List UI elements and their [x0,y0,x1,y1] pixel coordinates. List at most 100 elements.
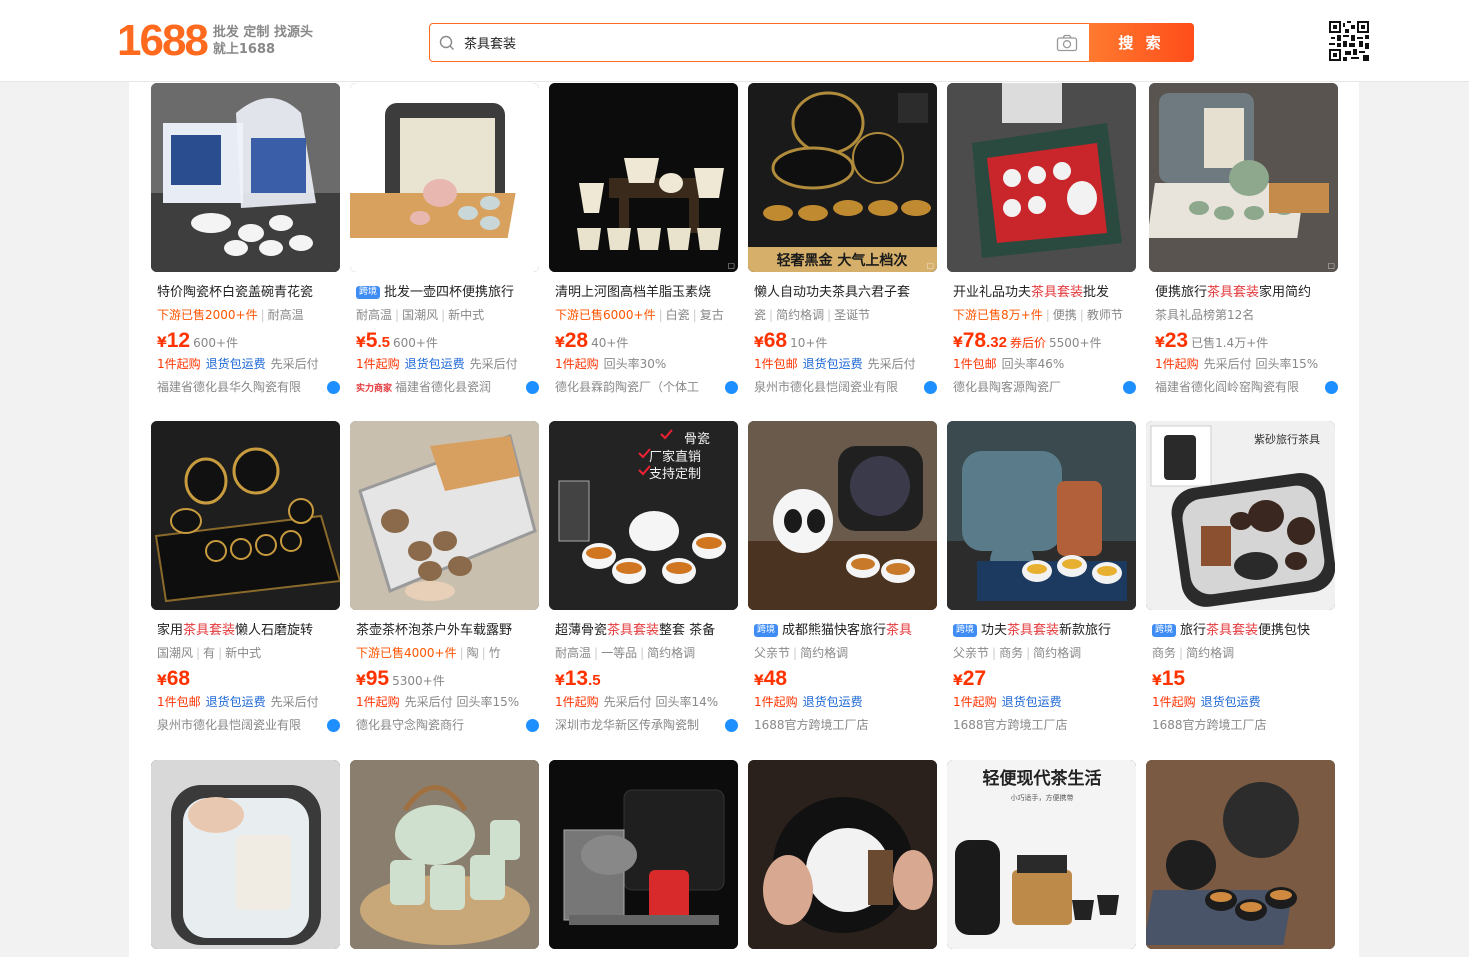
product-tags: 父亲节 | 商务 | 简约格调 [953,646,1082,660]
product-title[interactable]: 便携旅行茶具套装家用简约 [1155,283,1338,303]
product-card[interactable] [549,760,738,949]
product-title[interactable]: 懒人自动功夫茶具六君子套 [754,283,937,303]
product-tags: 瓷 | 简约格调 | 圣诞节 [754,308,871,322]
verified-icon [327,381,340,394]
product-card[interactable]: ▢ 便携旅行茶具套装家用简约 茶具礼品榜第12名 ¥23 已售1.4万+件 1件起… [1149,83,1338,396]
price-row: ¥68 [157,667,191,690]
product-image[interactable]: 轻奢黑金 大气上档次 ▢ [748,83,937,272]
product-title[interactable]: 跨境 批发一壶四杯便携旅行 [356,283,539,303]
image-banner-text: 轻奢黑金 大气上档次 [777,252,908,269]
product-card[interactable]: 轻奢黑金 大气上档次 ▢ 懒人自动功夫茶具六君子套 瓷 | 简约格调 | 圣诞节 ¥68… [748,83,937,396]
product-card[interactable]: 跨境 功夫茶具套装新款旅行 父亲节 | 商务 | 简约格调 ¥27 1件起购 退货包运费 1… [947,421,1136,734]
price-row: ¥95 5300+件 [356,667,445,690]
image-subtitle-text: 小巧适手，方便携带 [1011,793,1074,802]
price: 12 [166,329,191,352]
product-card[interactable]: 骨瓷 厂家直销 支持定制 超薄骨瓷茶具套装整套 茶备 耐高温 | 一等品 | 简约格调 ¥1… [549,421,738,734]
price-row: ¥15 [1152,667,1186,690]
service-tags: 1件包邮 退货包运费 先采后付 [157,695,319,709]
product-card[interactable]: 开业礼品功夫茶具套装批发 下游已售8万+件 | 便携 | 教师节 ¥78.32 券后价 55… [947,83,1136,396]
product-image[interactable] [151,421,340,610]
product-title[interactable]: 开业礼品功夫茶具套装批发 [953,283,1136,303]
product-image[interactable]: ▢ [549,83,738,272]
price-row: ¥23 已售1.4万+件 [1155,329,1269,352]
product-image[interactable] [1146,760,1335,949]
search-button[interactable]: 搜 索 [1089,23,1194,62]
price: 95 [365,667,390,690]
price: 13.5 [564,667,601,690]
price: 68 [763,329,788,352]
product-card[interactable] [1146,760,1335,949]
cross-border-badge: 跨境 [754,624,779,637]
product-title[interactable]: 特价陶瓷杯白瓷盖碗青花瓷 [157,283,340,303]
product-title[interactable]: 茶壶茶杯泡茶户外车载露野 [356,621,539,641]
shop-name[interactable]: 福建省德化阎岭窑陶瓷有限 [1155,378,1338,396]
product-card[interactable]: 轻便现代茶生活小巧适手，方便携带 [947,760,1136,949]
product-title[interactable]: 跨境 成都熊猫快客旅行茶具 [754,621,937,641]
product-image[interactable]: ▢ [350,83,539,272]
product-card[interactable]: 紫砂旅行茶具 跨境 旅行茶具套装便携包快 商务 | 简约格调 ¥15 1件起购 退货包运… [1146,421,1335,734]
product-title[interactable]: 跨境 旅行茶具套装便携包快 [1152,621,1335,641]
product-grid: 特价陶瓷杯白瓷盖碗青花瓷 下游已售2000+件 | 耐高温 ¥12 600+件 1件起… [129,82,1359,957]
product-image[interactable] [748,760,937,949]
product-image[interactable] [350,760,539,949]
service-tags: 1件起购 先采后付 回头率14% [555,695,719,709]
product-image[interactable]: 轻便现代茶生活小巧适手，方便携带 [947,760,1136,949]
verified-icon [1123,381,1136,394]
product-title[interactable]: 跨境 功夫茶具套装新款旅行 [953,621,1136,641]
product-card[interactable]: 跨境 成都熊猫快客旅行茶具 父亲节 | 简约格调 ¥48 1件起购 退货包运费 1688… [748,421,937,734]
product-image[interactable] [947,421,1136,610]
shop-name[interactable]: 深圳市龙华新区传承陶瓷制 [555,716,738,734]
product-card[interactable]: 茶壶茶杯泡茶户外车载露野 下游已售4000+件 | 陶 | 竹 ¥95 5300+件 1件… [350,421,539,734]
verified-icon [725,381,738,394]
verified-icon [327,719,340,732]
logo-slogan: 批发 定制 找源头 就上1688 [213,24,313,58]
product-tags: 父亲节 | 简约格调 [754,646,849,660]
shop-name[interactable]: 泉州市德化县恺阔瓷业有限 [157,716,340,734]
service-tags: 1件起购 先采后付 回头率15% [356,695,520,709]
product-image[interactable] [350,421,539,610]
shop-name[interactable]: 1688官方跨境工厂店 [1152,716,1335,734]
product-image[interactable]: 骨瓷 厂家直销 支持定制 [549,421,738,610]
product-image[interactable]: ▢ [1149,83,1338,272]
product-tags: 茶具礼品榜第12名 [1155,308,1255,322]
price: 15 [1161,667,1186,690]
product-card[interactable]: 特价陶瓷杯白瓷盖碗青花瓷 下游已售2000+件 | 耐高温 ¥12 600+件 1件起… [151,83,340,396]
search-input[interactable] [464,24,1045,61]
shop-name[interactable]: 福建省德化县华久陶瓷有限 [157,378,340,396]
product-card[interactable] [151,760,340,949]
product-card[interactable]: ▢ 清明上河图高档羊脂玉素烧 下游已售6000+件 | 白瓷 | 复古 ¥28 40+件 … [549,83,738,396]
product-image[interactable] [947,83,1136,272]
qr-code-icon[interactable] [1329,21,1369,61]
shop-name[interactable]: 泉州市德化县恺阔瓷业有限 [754,378,937,396]
product-image[interactable] [748,421,937,610]
shop-name[interactable]: 实力商家 福建省德化县瓷润 [356,378,539,396]
verified-icon [526,381,539,394]
product-image[interactable] [151,83,340,272]
product-image[interactable]: 紫砂旅行茶具 [1146,421,1335,610]
product-image[interactable] [549,760,738,949]
site-logo[interactable]: 1688 批发 定制 找源头 就上1688 [117,19,313,63]
price: 48 [763,667,788,690]
product-tags: 国潮风 | 有 | 新中式 [157,646,262,660]
image-title-text: 紫砂旅行茶具 [1254,432,1320,446]
image-title-text: 轻便现代茶生活 [983,768,1102,789]
product-title[interactable]: 清明上河图高档羊脂玉素烧 [555,283,738,303]
product-card[interactable] [748,760,937,949]
top-header: 1688 批发 定制 找源头 就上1688 搜 索 [0,0,1469,82]
product-image[interactable] [151,760,340,949]
shop-name[interactable]: 德化县霖韵陶瓷厂（个体工 [555,378,738,396]
service-tags: 1件起购 先采后付 回头率15% [1155,357,1319,371]
product-title[interactable]: 超薄骨瓷茶具套装整套 茶备 [555,621,738,641]
shop-name[interactable]: 1688官方跨境工厂店 [754,716,937,734]
shop-name[interactable]: 1688官方跨境工厂店 [953,716,1136,734]
camera-icon[interactable] [1045,24,1089,61]
image-text-line2: 厂家直销 [649,449,701,465]
price: 28 [564,329,589,352]
product-card[interactable]: 家用茶具套装懒人石磨旋转 国潮风 | 有 | 新中式 ¥68 1件包邮 退货包运费 先采后付… [151,421,340,734]
product-tags: 下游已售4000+件 | 陶 | 竹 [356,646,501,660]
shop-name[interactable]: 德化县陶客源陶瓷厂 [953,378,1136,396]
product-title[interactable]: 家用茶具套装懒人石磨旋转 [157,621,340,641]
shop-name[interactable]: 德化县守念陶瓷商行 [356,716,539,734]
product-card[interactable]: ▢ 跨境 批发一壶四杯便携旅行 耐高温 | 国潮风 | 新中式 ¥5.5 600+件 1件起… [350,83,539,396]
product-card[interactable] [350,760,539,949]
